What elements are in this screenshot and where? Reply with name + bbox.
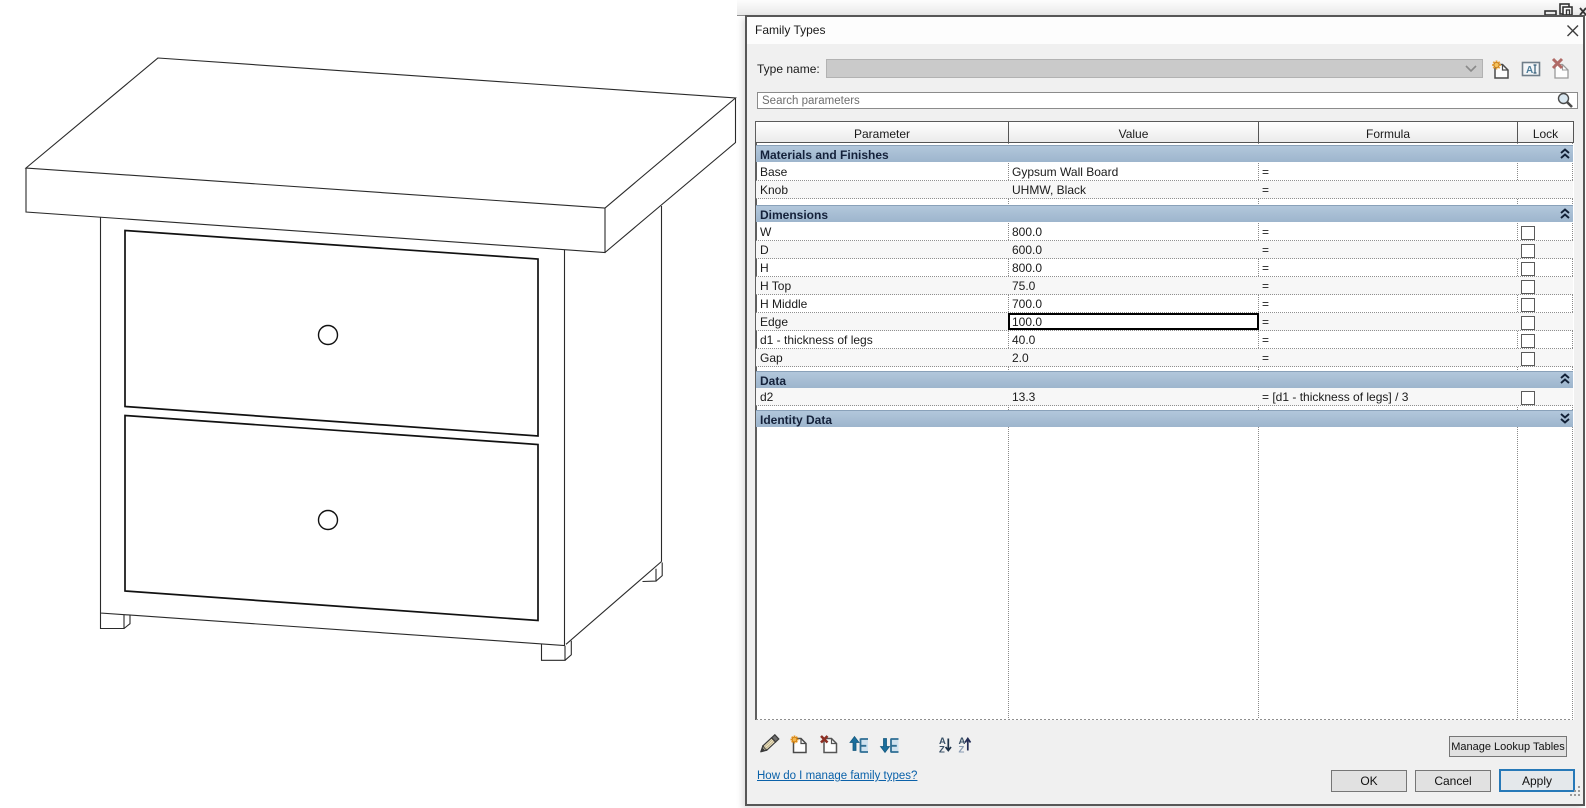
svg-text:A: A [1526, 65, 1533, 76]
svg-text:Z: Z [939, 745, 945, 756]
svg-text:Z: Z [959, 745, 965, 756]
